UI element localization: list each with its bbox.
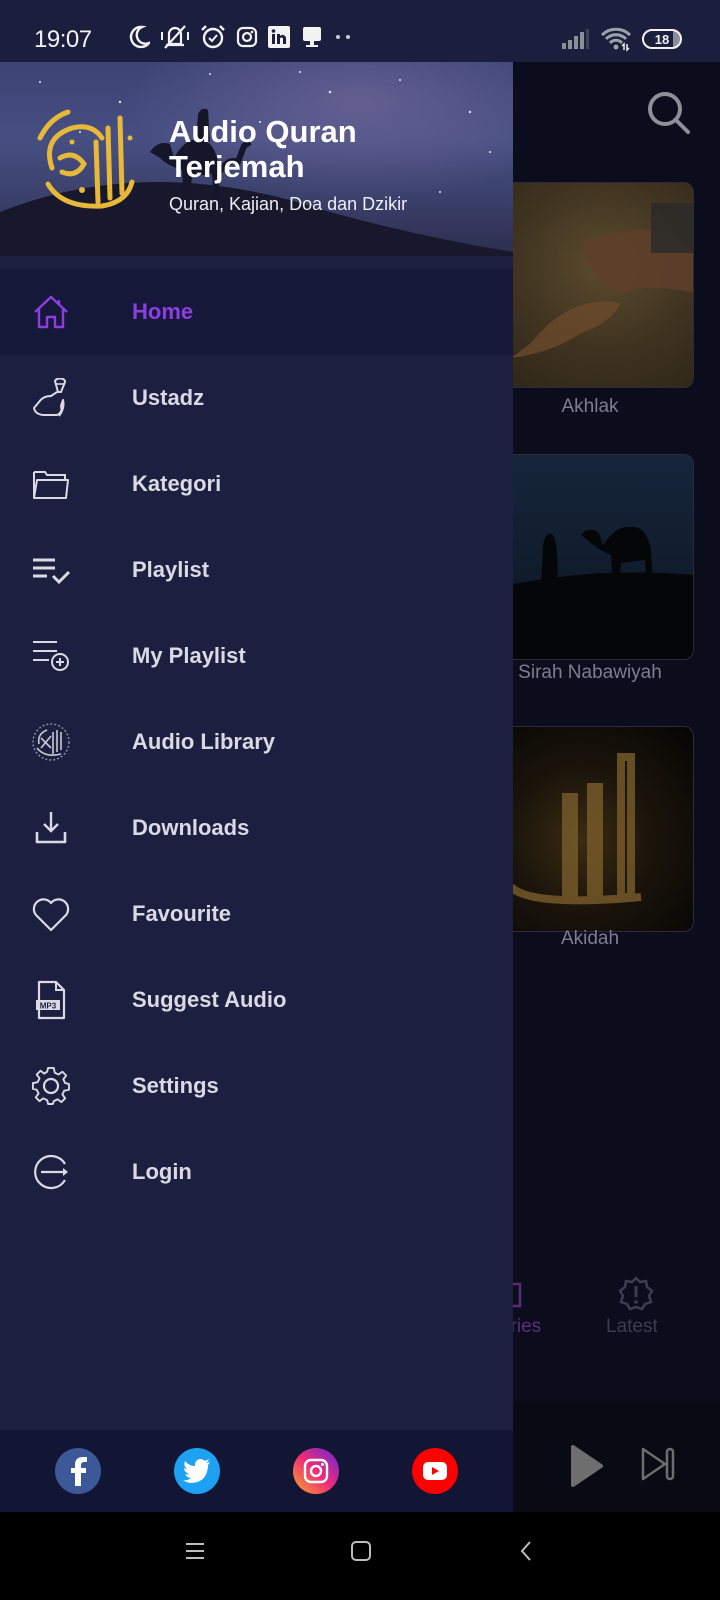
menu-label: Suggest Audio xyxy=(132,987,287,1012)
youtube-button[interactable] xyxy=(412,1448,458,1494)
menu-item-ustadz[interactable]: Ustadz xyxy=(0,355,513,441)
moon-icon xyxy=(129,25,150,49)
menu-item-home[interactable]: Home xyxy=(0,269,513,355)
facebook-button[interactable] xyxy=(55,1448,101,1494)
signal-icon xyxy=(562,29,589,49)
notification-bell-icon xyxy=(303,27,321,47)
app-title: Audio Quran Terjemah xyxy=(169,114,357,184)
drawer-header: Audio Quran Terjemah Quran, Kajian, Doa … xyxy=(0,62,513,256)
app-title-line-2: Terjemah xyxy=(169,149,305,184)
al-quran-calligraphy-logo xyxy=(37,109,135,209)
social-links-bar xyxy=(0,1430,513,1512)
menu-label: Playlist xyxy=(132,557,210,582)
menu-label: Audio Library xyxy=(132,729,276,754)
back-button[interactable] xyxy=(518,1540,534,1562)
twitter-button[interactable] xyxy=(174,1448,220,1494)
instagram-button[interactable] xyxy=(293,1448,339,1494)
app-subtitle: Quran, Kajian, Doa dan Dzikir xyxy=(169,194,408,214)
status-time: 19:07 xyxy=(34,26,92,53)
menu-label: Ustadz xyxy=(132,385,205,410)
status-bar: 19:07 18 xyxy=(0,0,720,62)
menu-label: Settings xyxy=(132,1073,219,1098)
menu-item-settings[interactable]: Settings xyxy=(0,1043,513,1129)
menu-item-login[interactable]: Login xyxy=(0,1129,513,1215)
menu-label: Login xyxy=(132,1159,192,1184)
linkedin-notification-icon xyxy=(268,26,290,48)
ustadz-microphone-icon xyxy=(30,377,72,419)
battery-level: 18 xyxy=(654,31,670,47)
instagram-icon xyxy=(303,1458,329,1484)
wifi-icon xyxy=(600,27,632,52)
drawer-menu: Home Ustadz Kategori Playlist My Playlis… xyxy=(0,269,513,1215)
tab-latest[interactable]: Latest xyxy=(606,1316,658,1338)
quran-calligraphy-icon xyxy=(30,721,72,763)
folder-icon xyxy=(30,463,72,505)
youtube-icon xyxy=(423,1462,447,1480)
menu-item-downloads[interactable]: Downloads xyxy=(0,785,513,871)
more-dots-icon xyxy=(336,35,350,39)
svg-text:MP3: MP3 xyxy=(40,1002,57,1011)
gear-icon xyxy=(30,1065,72,1107)
skip-next-icon[interactable] xyxy=(640,1446,676,1482)
playlist-check-icon xyxy=(30,549,72,591)
play-icon[interactable] xyxy=(570,1444,604,1488)
heart-icon xyxy=(30,893,72,935)
menu-item-favourite[interactable]: Favourite xyxy=(0,871,513,957)
menu-label: Kategori xyxy=(132,471,222,496)
app-title-line-1: Audio Quran xyxy=(169,114,357,149)
menu-item-my-playlist[interactable]: My Playlist xyxy=(0,613,513,699)
menu-label: My Playlist xyxy=(132,643,246,668)
battery-icon: 18 xyxy=(642,29,682,49)
mp3-file-icon: MP3 xyxy=(30,979,72,1021)
instagram-notification-icon xyxy=(236,26,258,48)
menu-item-playlist[interactable]: Playlist xyxy=(0,527,513,613)
search-icon[interactable] xyxy=(646,90,692,136)
menu-label: Home xyxy=(132,299,194,324)
vibrate-off-icon xyxy=(161,25,189,49)
alarm-icon xyxy=(201,25,225,49)
menu-item-kategori[interactable]: Kategori xyxy=(0,441,513,527)
navigation-drawer: Audio Quran Terjemah Quran, Kajian, Doa … xyxy=(0,62,513,1512)
system-icons: 18 xyxy=(560,26,682,52)
menu-label: Favourite xyxy=(132,901,232,926)
menu-label: Downloads xyxy=(132,815,250,840)
playlist-add-icon xyxy=(30,635,72,677)
recents-button[interactable] xyxy=(184,1540,206,1562)
menu-item-audio-library[interactable]: Audio Library xyxy=(0,699,513,785)
login-icon xyxy=(30,1151,72,1193)
facebook-icon xyxy=(71,1457,87,1486)
notification-icons xyxy=(128,24,352,50)
home-button[interactable] xyxy=(350,1540,372,1562)
twitter-icon xyxy=(183,1459,210,1483)
system-navigation-bar xyxy=(0,1512,720,1600)
home-icon xyxy=(30,291,72,333)
menu-item-suggest-audio[interactable]: MP3 Suggest Audio xyxy=(0,957,513,1043)
latest-tab-icon xyxy=(618,1276,654,1311)
download-icon xyxy=(30,807,72,849)
